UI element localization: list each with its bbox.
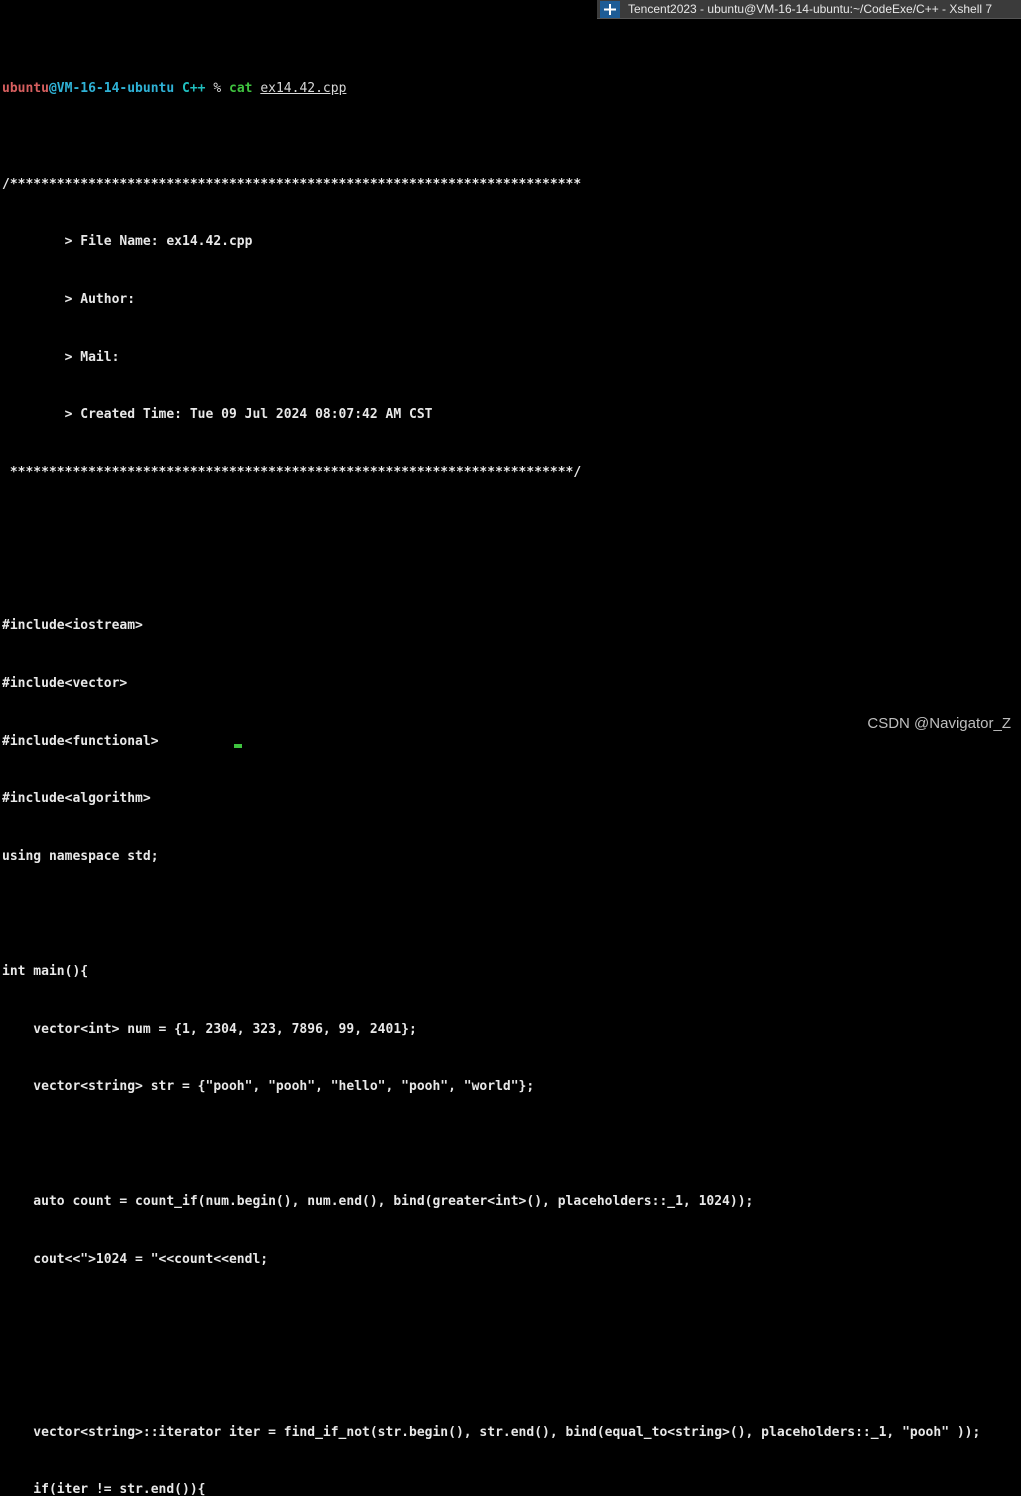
terminal-prompt-line-1: ubuntu@VM-16-14-ubuntu C++ % cat ex14.42… [2,79,1021,98]
code-line: vector<string> str = {"pooh", "pooh", "h… [2,1079,535,1095]
watermark-text: CSDN @Navigator_Z [867,715,1011,732]
terminal-screen[interactable]: ubuntu@VM-16-14-ubuntu C++ % cat ex14.42… [0,0,1021,1496]
code-line: cout<<">1024 = "<<count<<endl; [2,1251,269,1267]
command-argument-filename: ex14.42.cpp [260,80,347,96]
code-line: #include<vector> [2,675,128,691]
prompt-host: @VM-16-14-ubuntu [48,80,175,96]
code-line: int main(){ [2,963,89,979]
prompt-symbol: % [213,80,222,96]
file-header-line: > Mail: [2,349,128,365]
file-header-line: > File Name: ex14.42.cpp [2,234,253,250]
file-header-line: /***************************************… [2,176,582,192]
window-titlebar[interactable]: Tencent2023 - ubuntu@VM-16-14-ubuntu:~/C… [597,0,1021,19]
code-line: auto count = count_if(num.begin(), num.e… [2,1194,754,1210]
file-header-line: > Author: [2,292,143,307]
code-line: #include<algorithm> [2,791,151,807]
file-header-line: > Created Time: Tue 09 Jul 2024 08:07:42… [2,407,433,423]
prompt-user: ubuntu [2,80,49,96]
code-line: if(iter != str.end()){ [2,1482,206,1496]
code-line: vector<string>::iterator iter = find_if_… [2,1424,981,1440]
window-title: Tencent2023 - ubuntu@VM-16-14-ubuntu:~/C… [628,2,993,16]
code-line: vector<int> num = {1, 2304, 323, 7896, 9… [2,1021,417,1037]
file-header-line: ****************************************… [2,464,582,480]
terminal-cursor [234,744,242,748]
code-line: #include<iostream> [2,618,143,634]
xshell-app-icon [600,0,620,18]
code-line: using namespace std; [2,848,159,864]
command-cat: cat [229,80,253,96]
prompt-dir: C++ [182,80,206,96]
